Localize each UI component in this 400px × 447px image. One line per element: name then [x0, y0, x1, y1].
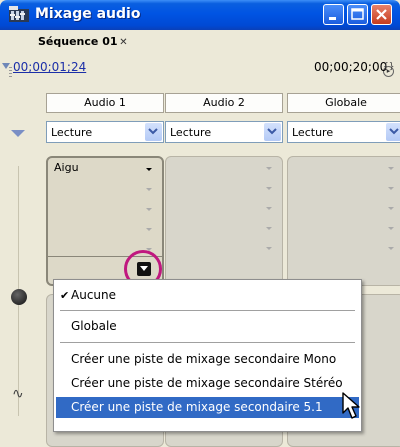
window-title: Mixage audio — [35, 6, 141, 22]
in-out-icon: {} — [383, 62, 395, 72]
effects-area[interactable] — [165, 156, 283, 286]
effect-slot-arrow-icon[interactable] — [388, 227, 394, 230]
effect-slot-arrow-icon[interactable] — [266, 207, 272, 210]
mixer-left-strip: ∿ — [0, 86, 38, 447]
close-button[interactable] — [371, 4, 392, 25]
title-bar[interactable]: Mixage audio — [0, 0, 400, 30]
maximize-icon — [351, 8, 364, 20]
collapse-triangle-icon[interactable] — [11, 130, 25, 137]
audio-mixer-window: Mixage audio Séquence 01 ✕ ▸ 00;00;01;24… — [0, 0, 400, 447]
automation-mode-select[interactable]: Lecture — [46, 121, 164, 143]
effect-slot-arrow-icon[interactable] — [146, 188, 152, 191]
menu-item-create-submix-stereo[interactable]: Créer une piste de mixage secondaire Sté… — [56, 373, 359, 394]
tab-sequence[interactable]: Séquence 01 ✕ — [20, 32, 138, 52]
track-name: Audio 2 — [165, 93, 283, 113]
current-timecode[interactable]: 00;00;01;24 — [13, 60, 86, 74]
effect-slot-arrow-icon[interactable] — [146, 228, 152, 231]
menu-item-label: Créer une piste de mixage secondaire 5.1 — [71, 400, 323, 414]
send-assignment-menu: ✔ Aucune Globale Créer une piste de mixa… — [53, 279, 362, 432]
minimize-button[interactable] — [323, 4, 344, 25]
effect-slot-arrow-icon[interactable] — [388, 167, 394, 170]
effect-slot-arrow-icon[interactable] — [266, 187, 272, 190]
maximize-button[interactable] — [347, 4, 368, 25]
sends-icon: ∿ — [12, 386, 24, 402]
effect-slot-arrow-icon[interactable] — [388, 187, 394, 190]
effect-slot-arrow-icon[interactable] — [146, 208, 152, 211]
track-name: Globale — [287, 93, 400, 113]
effect-slot-arrow-icon[interactable] — [146, 168, 152, 171]
menu-item-create-submix-mono[interactable]: Créer une piste de mixage secondaire Mon… — [56, 349, 359, 370]
effect-slot-arrow-icon[interactable] — [388, 207, 394, 210]
playhead-marker-icon — [2, 63, 10, 69]
chevron-down-icon — [140, 266, 148, 271]
effect-slot-arrow-icon[interactable] — [266, 247, 272, 250]
effect-slot-arrow-icon[interactable] — [266, 227, 272, 230]
menu-item-create-submix-5-1[interactable]: Créer une piste de mixage secondaire 5.1 — [56, 397, 359, 418]
effect-slot-arrow-icon[interactable] — [266, 167, 272, 170]
panel-tab-bar: Séquence 01 ✕ ▸ — [0, 30, 400, 79]
automation-mode-value: Lecture — [170, 126, 212, 139]
effect-slot-label: Aigu — [54, 161, 79, 174]
menu-item-master[interactable]: Globale — [56, 316, 359, 337]
send-menu-button[interactable] — [137, 262, 151, 276]
tab-label: Séquence 01 — [38, 35, 118, 48]
menu-item-label: Globale — [71, 319, 117, 333]
effect-slot-arrow-icon[interactable] — [388, 247, 394, 250]
menu-separator — [60, 342, 355, 343]
close-icon — [376, 9, 387, 20]
automation-mode-select[interactable]: Lecture — [165, 121, 283, 143]
effects-area[interactable] — [287, 156, 400, 286]
menu-item-label: Créer une piste de mixage secondaire Sté… — [71, 376, 343, 390]
timecode-bar: 00;00;01;24 00;00;20;00 {} — [0, 56, 400, 76]
track-name: Audio 1 — [46, 93, 164, 113]
tab-close-icon[interactable]: ✕ — [118, 37, 129, 48]
chevron-down-icon[interactable] — [386, 123, 400, 141]
menu-separator — [60, 310, 355, 311]
automation-mode-select[interactable]: Lecture — [287, 121, 400, 143]
chevron-down-icon[interactable] — [264, 123, 281, 141]
menu-item-label: Créer une piste de mixage secondaire Mon… — [71, 352, 337, 366]
automation-mode-value: Lecture — [292, 126, 334, 139]
audio-mixer-icon — [9, 6, 29, 22]
chevron-down-icon[interactable] — [145, 123, 162, 141]
checkmark-icon: ✔ — [60, 289, 70, 302]
menu-item-none[interactable]: ✔ Aucune — [56, 285, 359, 306]
duration-timecode: 00;00;20;00 — [314, 60, 388, 74]
effects-knob-icon — [11, 289, 27, 305]
menu-item-label: Aucune — [71, 288, 117, 302]
minimize-icon — [329, 17, 336, 20]
mouse-pointer-icon — [342, 392, 360, 419]
automation-mode-value: Lecture — [51, 126, 93, 139]
